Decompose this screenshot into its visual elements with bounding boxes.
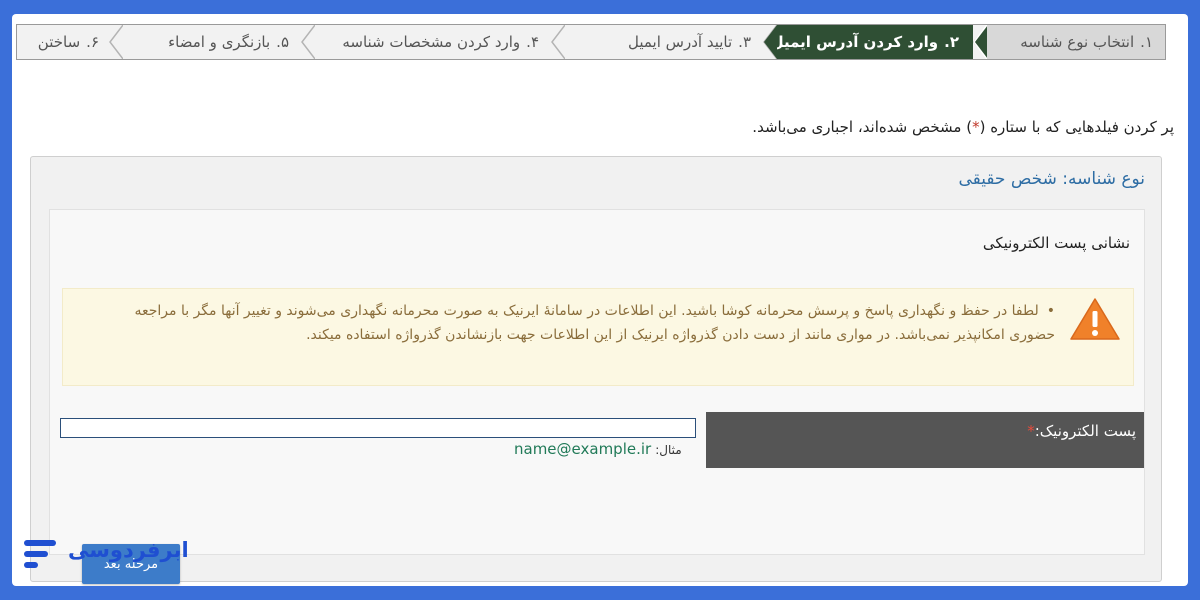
step-6[interactable]: ۶. ساختن <box>17 25 109 59</box>
example-value: name@example.ir <box>514 440 652 458</box>
step-4[interactable]: ۴. وارد کردن مشخصات شناسه <box>315 25 551 59</box>
chevron-left-icon <box>551 25 565 59</box>
step-1-number: ۱. <box>1140 33 1153 51</box>
step-5[interactable]: ۵. بازنگری و امضاء <box>123 25 301 59</box>
step-3-number: ۳. <box>738 33 751 51</box>
page-frame: ۱. انتخاب نوع شناسه ۲. وارد کردن آدرس ایمی… <box>12 14 1188 586</box>
chevron-left-icon <box>973 25 987 59</box>
chevron-left-icon <box>109 25 123 59</box>
warning-alert: •لطفا در حفظ و نگهداری پاسخ و پرسش محرما… <box>62 288 1134 386</box>
chevron-left-icon <box>763 25 777 59</box>
step-2-number: ۲. <box>944 33 959 51</box>
step-1-label: انتخاب نوع شناسه <box>1020 33 1135 51</box>
email-label-text: پست الکترونیک: <box>1034 422 1136 440</box>
section-title: نشانی پست الکترونیکی <box>982 234 1130 252</box>
step-1[interactable]: ۱. انتخاب نوع شناسه <box>987 25 1165 59</box>
panel-title: نوع شناسه: شخص حقیقی <box>958 169 1145 189</box>
required-fields-note: پر کردن فیلدهایی که با ستاره (*) مشخص شد… <box>752 118 1174 136</box>
bullet-icon: • <box>1046 303 1055 319</box>
wizard-steps: ۱. انتخاب نوع شناسه ۲. وارد کردن آدرس ایمی… <box>16 24 1166 60</box>
email-section: نشانی پست الکترونیکی •لطفا در حفظ و نگهد… <box>49 209 1145 584</box>
step-3[interactable]: ۳. تایید آدرس ایمیل <box>565 25 763 59</box>
email-label-box: پست الکترونیک:* <box>706 412 1144 468</box>
step-5-label: بازنگری و امضاء <box>168 33 271 51</box>
step-2[interactable]: ۲. وارد کردن آدرس ایمیل <box>771 25 973 59</box>
step-6-number: ۶. <box>86 33 99 51</box>
email-input[interactable] <box>60 418 696 438</box>
identity-panel: نوع شناسه: شخص حقیقی نشانی پست الکترونیک… <box>30 156 1162 584</box>
email-example: مثال:name@example.ir <box>514 440 682 458</box>
alert-message: •لطفا در حفظ و نگهداری پاسخ و پرسش محرما… <box>95 299 1055 347</box>
step-4-number: ۴. <box>526 33 539 51</box>
note-text-after: ) مشخص شده‌اند، اجباری می‌باشد. <box>752 118 973 136</box>
note-text-before: پر کردن فیلدهایی که با ستاره ( <box>979 118 1174 136</box>
step-3-label: تایید آدرس ایمیل <box>627 33 733 51</box>
warning-triangle-icon <box>1070 298 1120 340</box>
required-mark: * <box>1027 422 1035 440</box>
step-6-label: ساختن <box>37 33 81 51</box>
step-2-label: وارد کردن آدرس ایمیل <box>770 33 939 51</box>
required-star: * <box>972 118 980 136</box>
chevron-left-icon <box>301 25 315 59</box>
email-label: پست الکترونیک:* <box>1027 422 1136 440</box>
alert-message-text: لطفا در حفظ و نگهداری پاسخ و پرسش محرمان… <box>134 303 1055 343</box>
brand-lines-icon <box>24 540 56 568</box>
brand-name: ابرفردوسی <box>68 538 189 562</box>
step-5-number: ۵. <box>276 33 289 51</box>
step-4-label: وارد کردن مشخصات شناسه <box>342 33 521 51</box>
example-prefix: مثال: <box>655 443 682 457</box>
